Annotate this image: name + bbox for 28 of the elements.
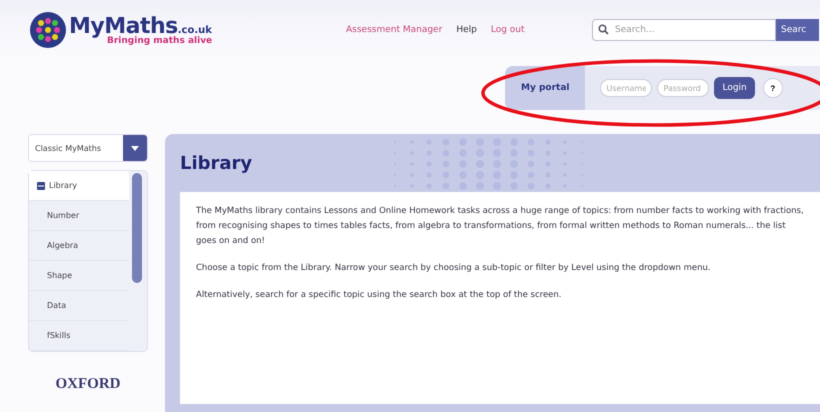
sidebar-item[interactable]: Number — [29, 201, 129, 231]
nav-link[interactable]: Help — [456, 25, 477, 35]
sidebar-item[interactable]: fSkills — [29, 321, 129, 351]
publisher-logo: OXFORD — [54, 376, 122, 393]
sidebar-item[interactable]: Library — [29, 171, 129, 201]
paragraph: Choose a topic from the Library. Narrow your search by choosing a sub-topic or filter by Level using the dropdown menu. — [196, 262, 712, 275]
page-title: Library — [180, 152, 252, 174]
logo-domain: .co.uk — [178, 25, 212, 36]
sidebar-item[interactable]: Data — [29, 291, 129, 321]
paragraph: The MyMaths library contains Lessons and Online Homework tasks across a huge range of topics: from number facts to working with fractions, from recognising shapes to times tables facts, from algebra to transformations, from formal written methods to Roman numerals... the list goes on and on! — [196, 205, 804, 248]
nav-link[interactable]: Log out — [490, 25, 525, 35]
tagline: Bringing maths alive — [107, 36, 212, 46]
password-field[interactable]: Password — [657, 79, 710, 97]
nav-link[interactable]: Assessment Manager — [346, 25, 442, 35]
portal-tab[interactable]: My portal — [505, 66, 586, 110]
login-button[interactable]: Login — [714, 77, 755, 99]
sidebar-item[interactable]: Shape — [29, 261, 129, 291]
sidebar-item[interactable]: Algebra — [29, 231, 129, 261]
paragraph: Alternatively, search for a specific topic using the search box at the top of the screen. — [196, 289, 562, 302]
help-button[interactable]: ? — [762, 78, 783, 98]
username-field[interactable]: Username — [600, 79, 652, 97]
submit-button[interactable]: Searc — [776, 19, 819, 41]
list-icon — [37, 182, 45, 190]
logo-icon — [30, 12, 66, 48]
logo-name: MyMaths — [69, 14, 178, 39]
dropdown[interactable]: Classic MyMaths — [28, 134, 148, 162]
search-field[interactable]: Search... — [592, 19, 776, 41]
caret-icon — [131, 146, 139, 150]
